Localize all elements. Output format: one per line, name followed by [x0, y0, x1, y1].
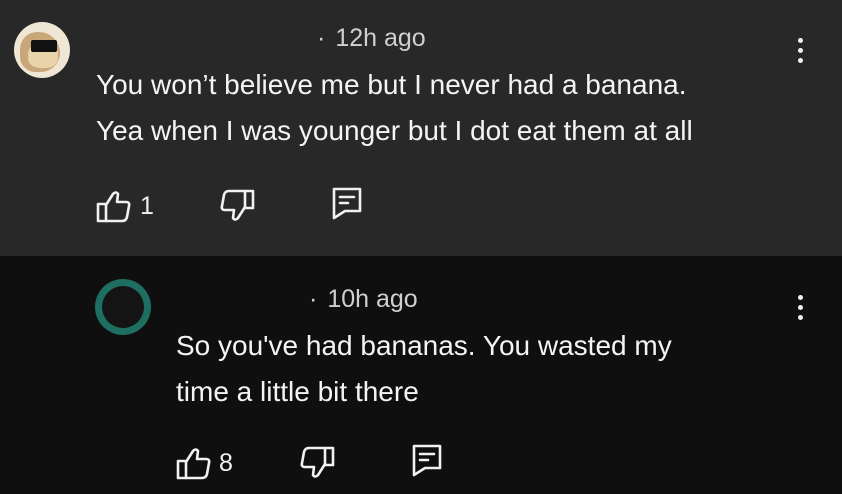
- timestamp-text: 10h ago: [327, 285, 418, 313]
- comment-line: time a little bit there: [176, 376, 419, 407]
- comment-text: You won’t believe me but I never had a b…: [96, 62, 796, 154]
- like-button[interactable]: [176, 447, 212, 481]
- comment-timestamp: · 12h ago: [317, 24, 426, 53]
- reply-button[interactable]: [331, 186, 363, 220]
- dislike-button[interactable]: [219, 188, 255, 222]
- dislike-button[interactable]: [299, 445, 335, 479]
- more-options-button[interactable]: [795, 295, 805, 325]
- more-vertical-icon: [797, 38, 803, 43]
- timestamp-text: 12h ago: [335, 24, 426, 52]
- comment-line: You won’t believe me but I never had a b…: [96, 69, 687, 100]
- like-count: 8: [219, 449, 233, 477]
- separator-dot: ·: [309, 285, 318, 313]
- separator-dot: ·: [317, 24, 326, 52]
- avatar[interactable]: [14, 22, 70, 78]
- censor-bar: [31, 40, 57, 52]
- like-button[interactable]: [96, 190, 132, 224]
- avatar[interactable]: [95, 279, 151, 335]
- thumbs-down-icon: [300, 446, 335, 478]
- comment-thread-top: · 12h ago You won’t believe me but I neve…: [0, 0, 842, 256]
- comment-timestamp: · 10h ago: [309, 285, 418, 314]
- thumbs-up-icon: [176, 448, 211, 480]
- like-count: 1: [140, 192, 154, 220]
- thumbs-up-icon: [96, 191, 131, 223]
- thumbs-down-icon: [220, 189, 255, 221]
- reply-icon: [412, 444, 442, 477]
- more-options-button[interactable]: [795, 38, 805, 68]
- comment-line: So you've had bananas. You wasted my: [176, 330, 672, 361]
- reply-icon: [332, 187, 362, 220]
- comment-text: So you've had bananas. You wasted my tim…: [176, 323, 796, 415]
- avatar-image: [102, 286, 144, 328]
- comment-line: Yea when I was younger but I dot eat the…: [96, 115, 693, 146]
- more-vertical-icon: [797, 295, 803, 300]
- reply-button[interactable]: [411, 443, 443, 477]
